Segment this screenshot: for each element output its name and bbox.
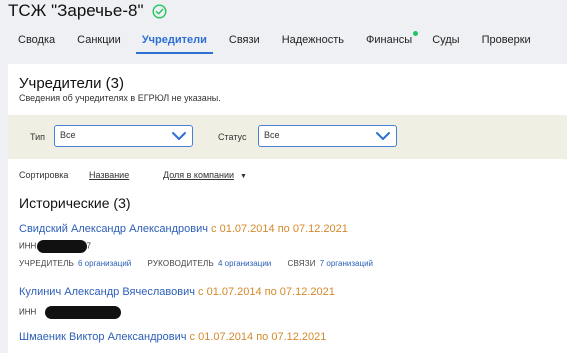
page-title: Учредители (3) (19, 75, 125, 92)
tab-links[interactable]: Связи (229, 28, 260, 52)
inn-label: ИНН (19, 241, 37, 251)
new-indicator-dot-icon (413, 31, 419, 36)
head-count-link[interactable]: 4 организации (218, 259, 271, 268)
type-select[interactable]: Все (54, 125, 193, 147)
person-stats: УЧРЕДИТЕЛЬ 6 организаций РУКОВОДИТЕЛЬ 4 ор… (19, 259, 387, 268)
sort-by-share-label: Доля в компании (163, 170, 235, 180)
company-header: ТСЖ "Заречье-8" (8, 1, 167, 21)
person-row-1: Свидский Александр Александрович с 01.07… (19, 223, 348, 235)
founders-panel: Учредители (3) Сведения об учредителях в… (8, 64, 567, 353)
person-name-link[interactable]: Свидский Александр Александрович (19, 223, 208, 235)
header: ТСЖ "Заречье-8" Сводка Санкции Учредител… (0, 0, 567, 64)
historical-section-title: Исторические (3) (19, 195, 131, 211)
tab-label: Суды (432, 34, 460, 46)
tab-finance[interactable]: Финансы (366, 28, 419, 52)
tab-inspections[interactable]: Проверки (482, 28, 531, 52)
tab-label: Связи (228, 34, 260, 46)
chevron-down-icon (376, 132, 390, 140)
tab-reliability[interactable]: Надежность (282, 28, 344, 52)
sort-label: Сортировка (19, 170, 69, 180)
inn-row: ИНН 7 (19, 240, 91, 253)
tab-label: Санкции (77, 34, 121, 46)
founder-label: УЧРЕДИТЕЛЬ (19, 259, 74, 268)
inn-row: ИНН (19, 306, 121, 319)
tab-sanctions[interactable]: Санкции (77, 28, 121, 52)
filter-bar: Тип Все Статус Все (8, 115, 567, 159)
type-select-value: Все (60, 130, 76, 140)
status-select[interactable]: Все (258, 125, 397, 147)
head-label: РУКОВОДИТЕЛЬ (147, 259, 214, 268)
person-row-3: Шмаеник Виктор Александрович с 01.07.201… (19, 331, 326, 343)
status-filter-label: Статус (218, 132, 247, 142)
status-select-value: Все (264, 130, 280, 140)
tab-founders[interactable]: Учредители (135, 28, 213, 54)
tab-label: Проверки (481, 34, 531, 46)
person-row-2: Кулинич Александр Вячеславович с 01.07.2… (19, 286, 335, 298)
type-filter-label: Тип (30, 132, 46, 142)
person-period: с 01.07.2014 по 07.12.2021 (189, 331, 327, 343)
person-period: с 01.07.2014 по 07.12.2021 (211, 223, 348, 235)
caret-down-icon: ▼ (240, 173, 247, 180)
inn-label: ИНН (19, 307, 37, 317)
tab-label: Учредители (141, 34, 207, 46)
check-circle-icon (152, 3, 167, 19)
links-count-link[interactable]: 7 организаций (320, 259, 373, 268)
company-name: ТСЖ "Заречье-8" (8, 1, 144, 20)
tab-label: Сводка (18, 34, 56, 46)
links-label: СВЯЗИ (287, 259, 316, 268)
tab-courts[interactable]: Суды (432, 28, 459, 52)
tab-label: Надежность (281, 34, 344, 46)
founder-count-link[interactable]: 6 организаций (78, 259, 131, 268)
redacted-inn (36, 240, 87, 253)
person-name-link[interactable]: Кулинич Александр Вячеславович (19, 286, 195, 298)
tab-label: Финансы (366, 34, 413, 46)
sort-by-share-link[interactable]: Доля в компании ▼ (163, 170, 247, 180)
page-subtitle: Сведения об учредителях в ЕГРЮЛ не указа… (19, 93, 221, 103)
tab-svodka[interactable]: Сводка (18, 28, 55, 52)
redacted-inn (44, 306, 121, 319)
sort-by-name-link[interactable]: Название (89, 170, 129, 180)
inn-tail: 7 (86, 241, 91, 251)
person-period: с 01.07.2014 по 07.12.2021 (198, 286, 335, 298)
chevron-down-icon (172, 132, 186, 140)
tab-bar: Сводка Санкции Учредители Связи Надежнос… (0, 28, 531, 54)
person-name-link[interactable]: Шмаеник Виктор Александрович (19, 331, 186, 343)
